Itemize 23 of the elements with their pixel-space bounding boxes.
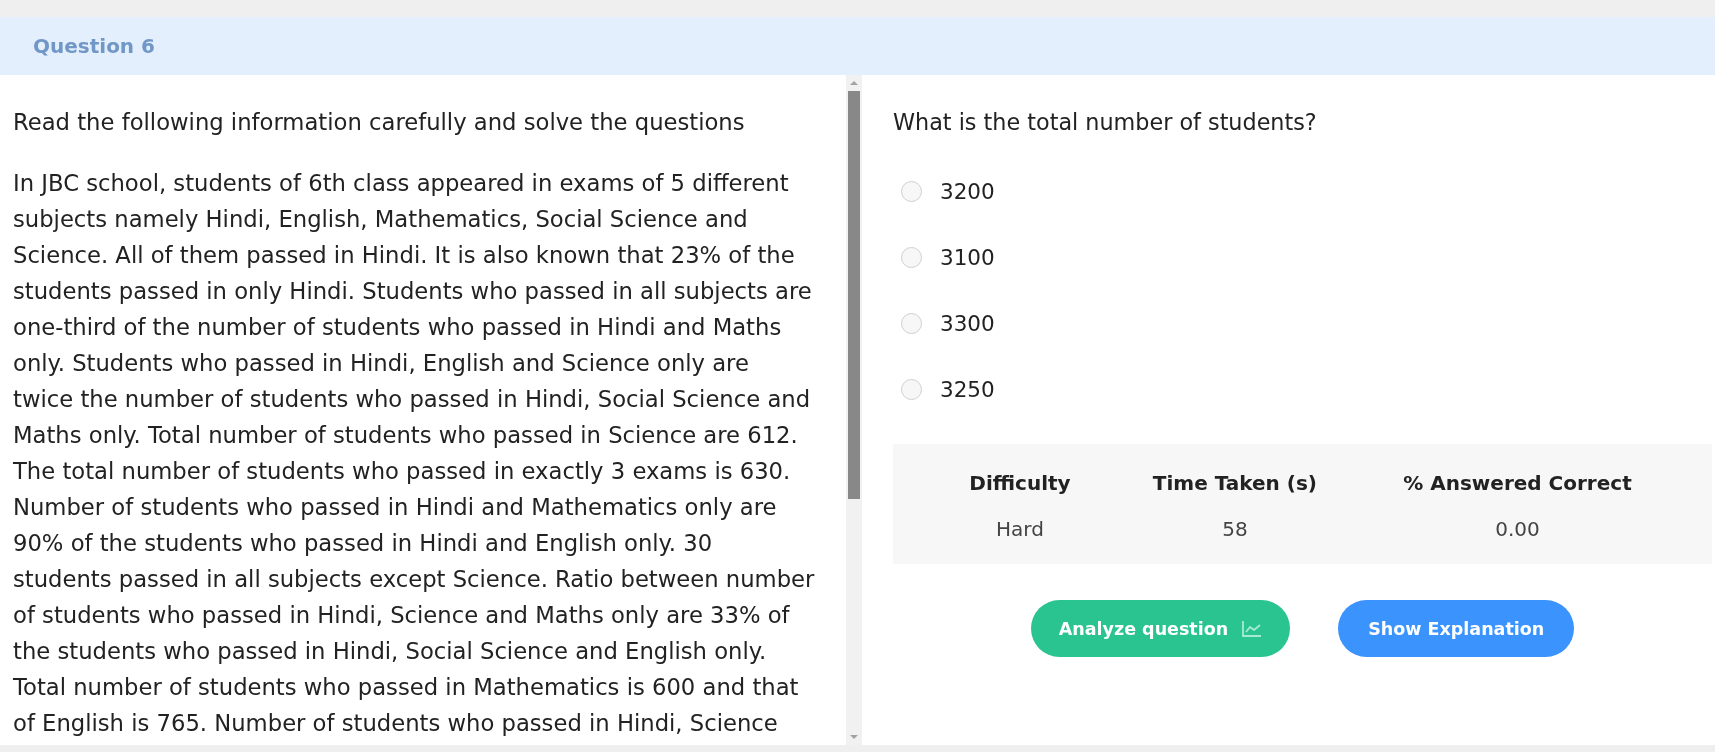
stat-header: Time Taken (s) [1152, 471, 1317, 495]
passage-text: In JBC school, students of 6th class appeared in exams of 5 different subjects namely Hindi, English, Mathematics, Social Science and Science. All of them passed in Hindi. It is also known that 23% of the students passed in only Hindi. Students who passed in all subjects are one-third of the number of students who passed in Hindi and Maths only. Students who passed in Hindi, English and Science only are twice the number of students who passed in Hindi, Social Science and Maths only. Total number of students who passed in Science are 612. The total number of students who passed in exactly 3 exams is 630. Number of students who passed in Hindi and Mathematics only are 90% of the students who passed in Hindi and English only. 30 students passed in all subjects except Science. Ratio between number of students who passed in Hindi, Science and Maths only are 33% of the students who passed in Hindi, Social Science and English only. Total number of students who passed in Mathematics is 600 and that of English is 765. Number of students who passed in Hindi, Science [13, 169, 816, 738]
question-title: Question 6 [33, 34, 155, 58]
scroll-down-icon[interactable] [850, 735, 858, 739]
option-label[interactable]: 3300 [940, 310, 995, 336]
option-label[interactable]: 3100 [940, 244, 995, 270]
stat-header: % Answered Correct [1403, 471, 1632, 495]
stat-value: 58 [1222, 517, 1248, 541]
stat-header: Difficulty [969, 471, 1071, 495]
radio-button[interactable] [901, 180, 922, 202]
scroll-up-icon[interactable] [850, 81, 858, 85]
scrollbar[interactable] [846, 75, 862, 745]
stat-value: Hard [996, 517, 1044, 541]
instruction-text: Read the following information carefully and solve the questions [13, 108, 746, 137]
option-label[interactable]: 3200 [940, 178, 995, 204]
stat-value: 0.00 [1495, 517, 1540, 541]
line-chart-icon [1242, 620, 1263, 637]
scrollbar-thumb[interactable] [848, 91, 860, 499]
radio-button[interactable] [901, 246, 922, 268]
option-label[interactable]: 3250 [940, 376, 995, 402]
radio-button[interactable] [901, 378, 922, 400]
question-prompt: What is the total number of students? [893, 108, 1318, 137]
radio-button[interactable] [901, 312, 922, 334]
